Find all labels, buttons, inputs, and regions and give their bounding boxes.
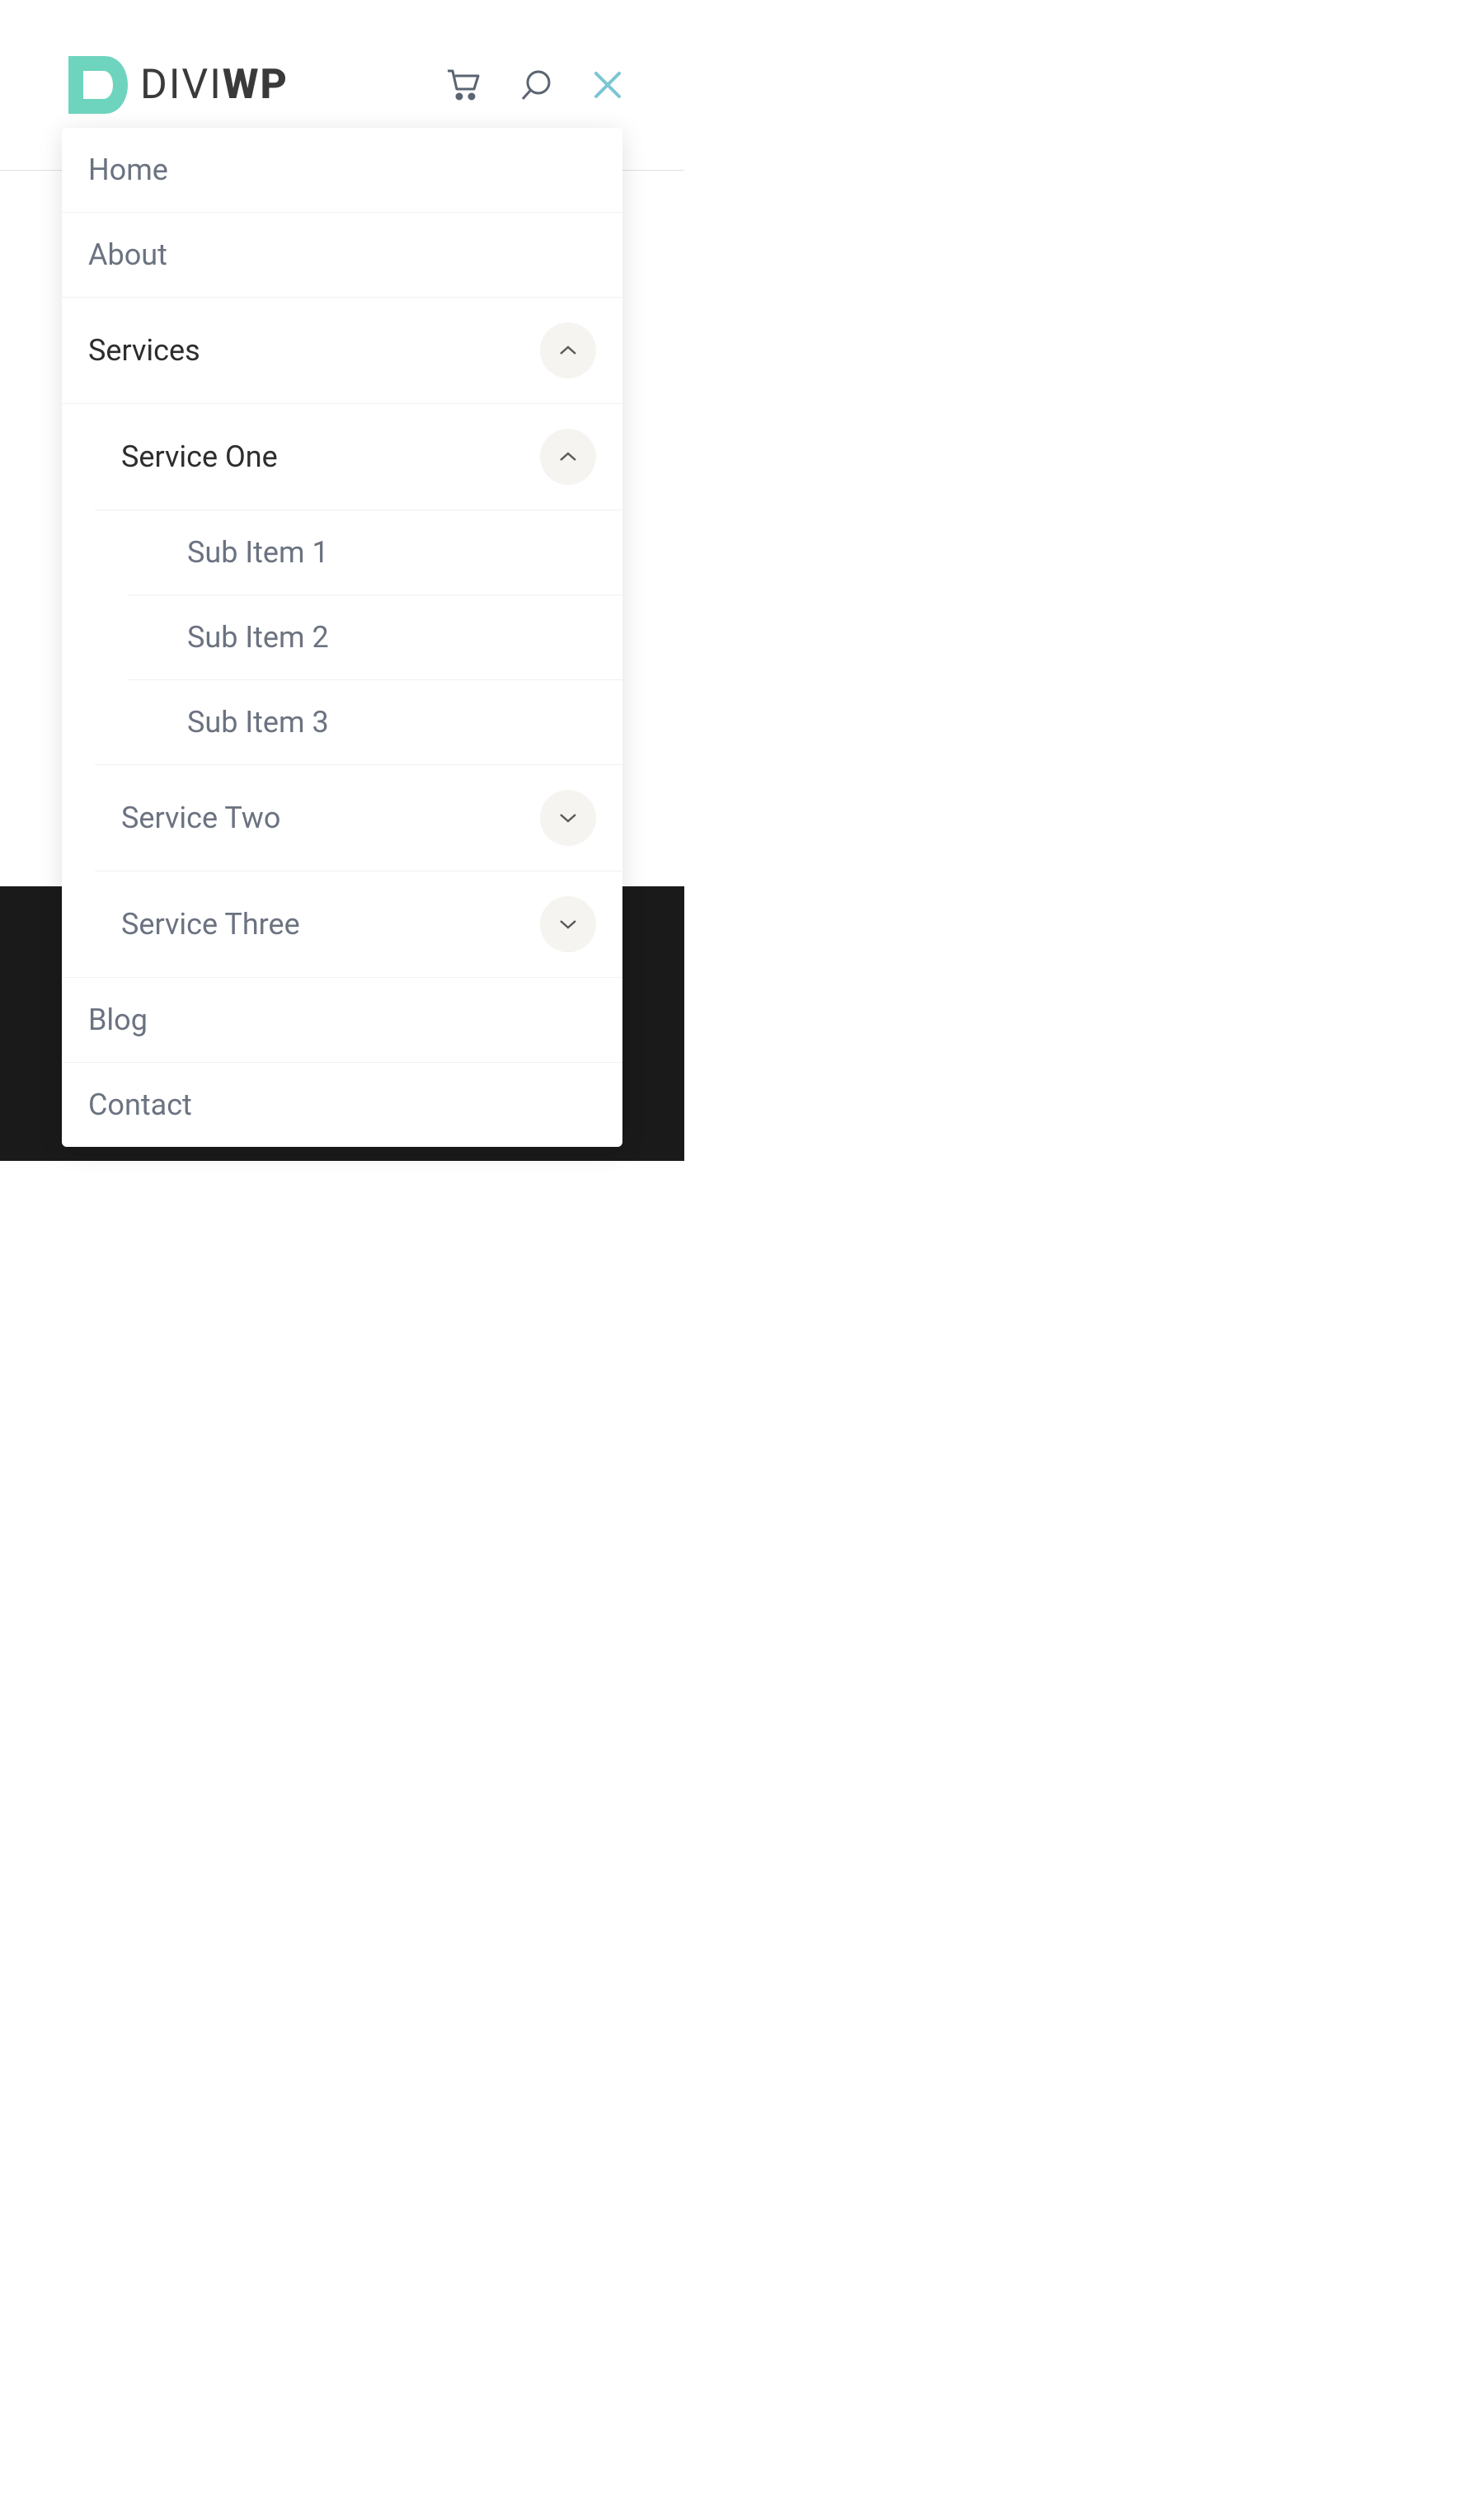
collapse-toggle[interactable] (540, 429, 596, 485)
chevron-down-icon (558, 812, 578, 824)
chevron-up-icon (558, 451, 578, 463)
sub-sub-item-label: Sub Item 3 (154, 705, 329, 740)
submenu-item-label: Service One (121, 439, 278, 474)
menu-item-label: Services (88, 333, 200, 368)
sub-sub-item-label: Sub Item 1 (154, 535, 329, 570)
close-icon[interactable] (593, 70, 622, 100)
menu-item-about[interactable]: About (62, 213, 622, 298)
submenu-item-service-three[interactable]: Service Three (95, 871, 622, 977)
submenu-item-service-one[interactable]: Service One (95, 404, 622, 510)
sub-sub-item-1[interactable]: Sub Item 1 (128, 510, 622, 595)
menu-item-label: Blog (88, 1003, 148, 1037)
mobile-menu-panel: Home About Services Service One Sub Item… (62, 128, 622, 1147)
search-icon[interactable] (520, 68, 553, 101)
collapse-toggle[interactable] (540, 322, 596, 378)
menu-item-services[interactable]: Services (62, 298, 622, 404)
menu-item-home[interactable]: Home (62, 128, 622, 213)
expand-toggle[interactable] (540, 896, 596, 952)
submenu-item-label: Service Three (121, 907, 300, 942)
sub-sub-item-2[interactable]: Sub Item 2 (128, 595, 622, 680)
expand-toggle[interactable] (540, 790, 596, 846)
submenu-item-service-two[interactable]: Service Two (95, 765, 622, 871)
header: DIVIWP (0, 0, 684, 120)
cart-icon[interactable] (446, 69, 481, 101)
menu-item-contact[interactable]: Contact (62, 1063, 622, 1147)
logo-text-prefix: DIVI (140, 61, 223, 109)
logo[interactable]: DIVIWP (62, 49, 289, 120)
sub-sub-item-label: Sub Item 2 (154, 620, 329, 655)
chevron-up-icon (558, 345, 578, 356)
menu-item-label: Home (88, 153, 168, 187)
submenu-services: Service One Sub Item 1 Sub Item 2 Sub It… (62, 404, 622, 978)
menu-item-blog[interactable]: Blog (62, 978, 622, 1063)
sub-sub-item-3[interactable]: Sub Item 3 (128, 680, 622, 764)
sub-submenu-service-one: Sub Item 1 Sub Item 2 Sub Item 3 (95, 510, 622, 765)
header-icons (446, 68, 622, 101)
submenu-item-label: Service Two (121, 801, 280, 835)
logo-icon (62, 49, 132, 120)
logo-text-suffix: WP (223, 61, 289, 109)
menu-item-label: Contact (88, 1088, 192, 1122)
logo-text: DIVIWP (140, 61, 289, 109)
menu-item-label: About (88, 237, 167, 272)
chevron-down-icon (558, 918, 578, 930)
